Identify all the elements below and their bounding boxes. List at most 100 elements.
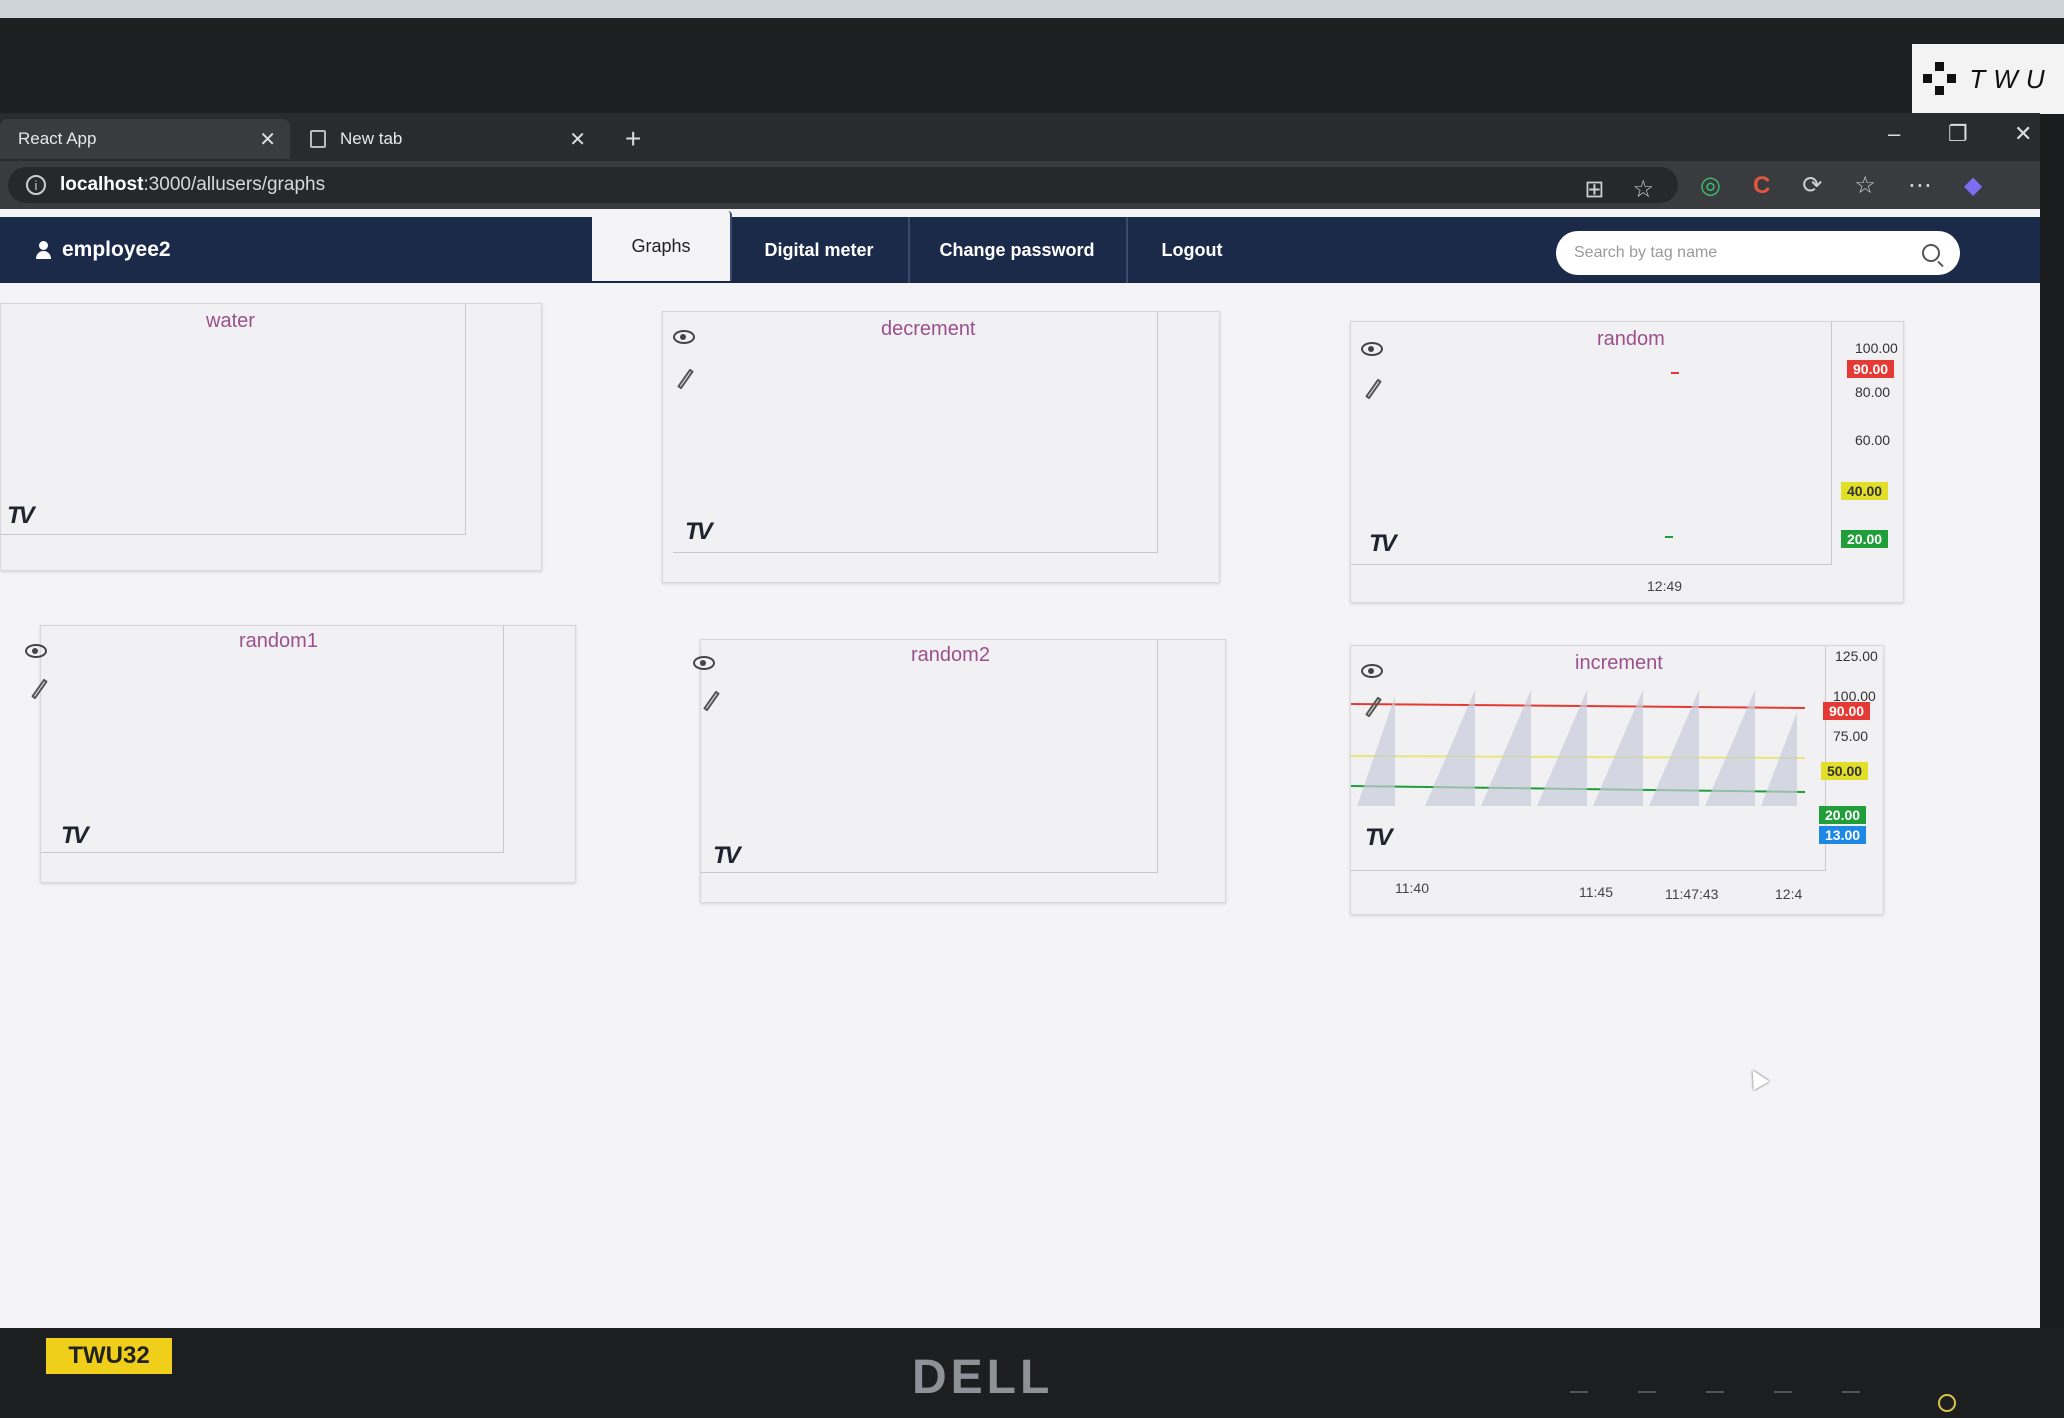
twu-sticker: TWU (1912, 44, 2064, 114)
threshold-line-high (1351, 703, 1806, 709)
threshold-badge-mid: 50.00 (1821, 762, 1869, 780)
extension-c-icon[interactable]: C (1753, 172, 1770, 200)
y-tick-label: 100.00 (1855, 340, 1898, 356)
card-title: random (1597, 328, 1665, 350)
twu-sticker-text: TWU (1969, 63, 2053, 94)
extension-circle-icon[interactable]: ◎ (1700, 171, 1721, 200)
x-tick-label: 12:49 (1647, 578, 1683, 594)
tab-label: New tab (340, 129, 403, 148)
y-tick-label: 125.00 (1835, 648, 1878, 664)
graph-card-random2: random2 TV (693, 639, 1226, 903)
view-icon[interactable] (673, 330, 695, 344)
user-badge: employee2 (36, 217, 171, 283)
card-title: water (206, 310, 255, 332)
app-navbar: employee2 Graphs Digital meter Change pa… (0, 211, 2040, 283)
tradingview-logo-icon: TV (1369, 530, 1397, 557)
url-field[interactable]: i localhost :3000/allusers/graphs ⊞ ☆ (8, 167, 1678, 203)
x-tick-label: 11:40 (1395, 880, 1429, 896)
monitor-button[interactable] (1570, 1383, 1588, 1393)
x-tick-label: 12:4 (1775, 886, 1803, 902)
tab-logout-label: Logout (1161, 239, 1223, 260)
restore-button[interactable]: ❐ (1948, 121, 1968, 147)
browser-tab-new-tab[interactable]: New tab ✕ (300, 119, 600, 159)
view-icon[interactable] (1361, 342, 1383, 356)
view-icon[interactable] (25, 644, 47, 658)
threshold-badge-high: 90.00 (1847, 360, 1895, 378)
card-title: decrement (881, 318, 976, 340)
chart-area (701, 640, 1158, 873)
app-grid-icon[interactable]: ⊞ (1584, 175, 1604, 204)
x-tick-label: 11:47:43 (1665, 886, 1719, 902)
extensions-puzzle-icon[interactable]: ⟳ (1802, 171, 1822, 200)
threshold-badge-min: 13.00 (1819, 826, 1867, 844)
series-segment (1761, 712, 1797, 806)
x-tick-label: 11:45 (1579, 884, 1613, 900)
series-segment (1425, 690, 1475, 806)
mouse-cursor-icon (1744, 1065, 1770, 1091)
tab-digital-meter[interactable]: Digital meter (730, 217, 910, 283)
tab-graphs[interactable]: Graphs (592, 211, 732, 281)
browser-extensions: ◎ C ⟳ ☆ ⋯ ◆ (1700, 171, 1982, 200)
browser-tabbar: React App ✕ New tab ✕ + – ❐ ✕ (0, 113, 2040, 161)
background-strip (0, 0, 2064, 18)
chart-area (1351, 646, 1826, 871)
tab-logout[interactable]: Logout (1126, 217, 1258, 283)
url-host: localhost (60, 174, 144, 195)
view-icon[interactable] (1361, 664, 1383, 678)
tab-change-password-label: Change password (939, 239, 1095, 260)
monitor-bezel-top (0, 18, 2064, 113)
page-icon (310, 130, 326, 148)
tab-label: React App (18, 129, 97, 148)
chart-area (1351, 322, 1832, 565)
favorites-list-icon[interactable]: ☆ (1854, 171, 1876, 200)
copilot-icon[interactable]: ◆ (1964, 171, 1982, 200)
favorite-star-icon[interactable]: ☆ (1632, 175, 1654, 204)
monitor-screen: React App ✕ New tab ✕ + – ❐ ✕ i localhos… (0, 113, 2040, 1345)
graph-card-random1: random1 TV (25, 625, 576, 883)
monitor-button[interactable] (1842, 1383, 1860, 1393)
tab-change-password[interactable]: Change password (908, 217, 1128, 283)
monitor-button[interactable] (1706, 1383, 1724, 1393)
power-button-icon[interactable] (1938, 1394, 1956, 1412)
graph-card-decrement: decrement TV (662, 311, 1220, 583)
graph-card-water: water TV (0, 303, 542, 571)
tab-graphs-label: Graphs (631, 235, 691, 256)
twu-logo-icon (1923, 62, 1957, 96)
minimize-button[interactable]: – (1888, 121, 1900, 147)
data-point (1671, 372, 1679, 374)
close-tab-icon[interactable]: ✕ (259, 127, 276, 152)
view-icon[interactable] (693, 656, 715, 670)
search-icon[interactable] (1922, 244, 1940, 262)
tradingview-logo-icon: TV (713, 842, 741, 869)
monitor-button[interactable] (1774, 1383, 1792, 1393)
tab-digital-meter-label: Digital meter (764, 239, 874, 260)
search-box (1556, 231, 1960, 275)
y-tick-label: 80.00 (1855, 384, 1891, 400)
browser-tab-react-app[interactable]: React App ✕ (0, 119, 290, 159)
monitor-button[interactable] (1638, 1383, 1656, 1393)
threshold-badge-low: 20.00 (1841, 530, 1889, 548)
close-tab-icon[interactable]: ✕ (569, 127, 586, 152)
search-input[interactable] (1572, 243, 1916, 263)
close-window-button[interactable]: ✕ (2014, 121, 2032, 147)
series-segment (1357, 696, 1395, 806)
new-tab-button[interactable]: + (625, 123, 641, 155)
y-tick-label: 75.00 (1833, 728, 1869, 744)
graph-card-random: random TV 100.00 90.00 80.00 60.00 40.00… (1350, 321, 1904, 603)
asset-tag-label: TWU32 (46, 1338, 172, 1374)
data-point (1665, 536, 1673, 538)
site-info-icon[interactable]: i (26, 175, 46, 195)
graph-card-increment: increment TV 125.00 100.00 90.00 75.00 5… (1350, 645, 1884, 915)
y-tick-label: 60.00 (1855, 432, 1891, 448)
threshold-badge-low: 20.00 (1819, 806, 1867, 824)
card-title: increment (1575, 652, 1663, 674)
user-icon (36, 241, 54, 259)
more-menu-icon[interactable]: ⋯ (1908, 171, 1932, 200)
threshold-badge-mid: 40.00 (1841, 482, 1889, 500)
username: employee2 (62, 238, 171, 261)
card-title: random2 (911, 644, 990, 666)
monitor-buttons (1570, 1383, 1860, 1393)
url-path: :3000/allusers/graphs (143, 174, 326, 195)
tradingview-logo-icon: TV (685, 518, 713, 545)
card-title: random1 (239, 630, 318, 652)
